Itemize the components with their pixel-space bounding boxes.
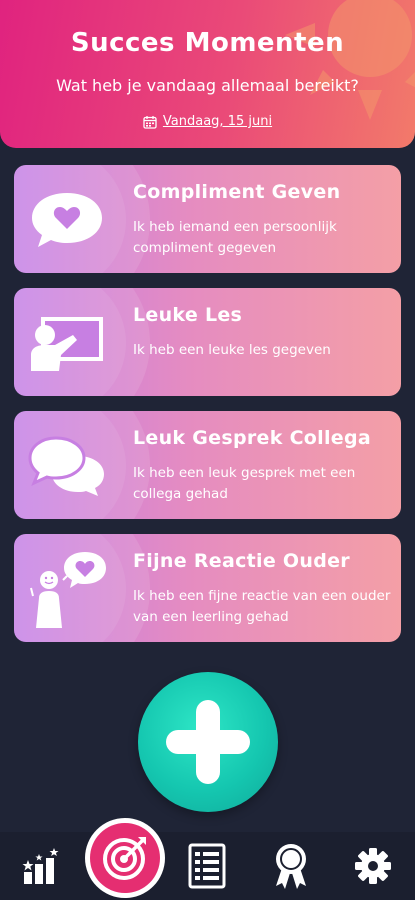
card-description: Ik heb iemand een persoonlijk compliment… (133, 219, 337, 256)
nav-stats[interactable] (6, 832, 76, 900)
sun-decoration-icon (285, 0, 415, 120)
card-leuke-les[interactable]: Leuke Les Ik heb een leuke les gegeven (14, 288, 401, 396)
card-leuk-gesprek-collega[interactable]: Leuk Gesprek Collega Ik heb een leuk ges… (14, 411, 401, 519)
nav-list[interactable] (172, 832, 242, 900)
person-heart-icon (22, 550, 112, 628)
award-icon (276, 844, 306, 889)
plus-icon (166, 700, 250, 784)
page-subtitle: Wat heb je vandaag allemaal bereikt? (56, 76, 359, 95)
teacher-board-icon (22, 312, 112, 374)
nav-settings[interactable] (338, 832, 408, 900)
bottom-nav (0, 832, 415, 900)
nav-target[interactable] (85, 818, 165, 898)
date-selector[interactable]: Vandaag, 15 juni (0, 114, 415, 129)
card-title: Leuke Les (133, 304, 243, 326)
gear-icon (355, 848, 391, 884)
card-compliment-geven[interactable]: Compliment Geven Ik heb iemand een perso… (14, 165, 401, 273)
target-icon (103, 837, 146, 880)
card-title: Leuk Gesprek Collega (133, 427, 371, 449)
page-title: Succes Momenten (70, 28, 345, 58)
card-description: Ik heb een leuke les gegeven (133, 342, 331, 358)
card-title: Fijne Reactie Ouder (133, 550, 350, 572)
header: Succes Momenten Wat heb je vandaag allem… (0, 0, 415, 148)
date-label: Vandaag, 15 juni (162, 114, 273, 129)
nav-award[interactable] (256, 832, 326, 900)
card-fijne-reactie-ouder[interactable]: Fijne Reactie Ouder Ik heb een fijne rea… (14, 534, 401, 642)
heart-speech-bubble-icon (22, 189, 112, 251)
card-title: Compliment Geven (133, 181, 341, 203)
add-moment-button[interactable] (138, 672, 278, 812)
conversation-bubbles-icon (22, 435, 112, 497)
list-icon (188, 843, 226, 889)
calendar-icon (143, 115, 157, 129)
card-description: Ik heb een fijne reactie van een ouder v… (133, 588, 391, 625)
stats-icon (22, 848, 59, 884)
card-description: Ik heb een leuk gesprek met een collega … (133, 465, 356, 502)
nav-target-active (90, 823, 160, 893)
